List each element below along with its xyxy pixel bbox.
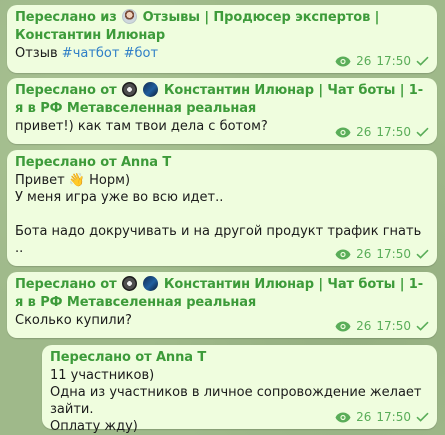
- message-bubble[interactable]: Переслано от Константин Илюнар | Чат бот…: [7, 272, 437, 338]
- user-avatar-icon: [121, 276, 137, 291]
- view-count: 26: [356, 54, 372, 68]
- views-eye-icon: [335, 249, 351, 259]
- forward-prefix: Переслано от: [15, 83, 117, 98]
- view-count: 26: [356, 410, 372, 424]
- read-check-icon: [416, 56, 429, 66]
- views-eye-icon: [335, 321, 351, 331]
- message-body: Отзыв: [15, 46, 58, 61]
- message-time: 17:50: [376, 247, 411, 261]
- message-bubble[interactable]: Переслано из Отзывы | Продюсер экспертов…: [7, 5, 437, 73]
- views-eye-icon: [335, 56, 351, 66]
- view-count: 26: [356, 319, 372, 333]
- message-bubble[interactable]: Переслано от Константин Илюнар | Чат бот…: [7, 78, 437, 144]
- message-bubble[interactable]: Переслано от Anna T Привет 👋 Норм) У мен…: [7, 150, 437, 266]
- views-eye-icon: [335, 127, 351, 137]
- forward-header[interactable]: Переслано от Константин Илюнар | Чат бот…: [15, 82, 429, 118]
- forward-header[interactable]: Переслано от Константин Илюнар | Чат бот…: [15, 276, 429, 312]
- message-meta: 26 17:50: [335, 410, 429, 424]
- forward-prefix: Переслано из: [15, 10, 117, 25]
- forward-prefix: Переслано от: [15, 277, 117, 292]
- message-time: 17:50: [376, 125, 411, 139]
- message-bubble[interactable]: Переслано от Anna T 11 участников) Одна …: [42, 345, 437, 434]
- read-check-icon: [416, 127, 429, 137]
- channel-avatar-icon: [122, 9, 138, 24]
- message-meta: 26 17:50: [335, 247, 429, 261]
- message-time: 17:50: [376, 410, 411, 424]
- hashtag-link[interactable]: #чатбот: [62, 46, 120, 61]
- forward-header[interactable]: Переслано из Отзывы | Продюсер экспертов…: [15, 9, 429, 45]
- read-check-icon: [416, 412, 429, 422]
- message-meta: 26 17:50: [335, 125, 429, 139]
- hashtag-link[interactable]: #бот: [124, 46, 158, 61]
- message-time: 17:50: [376, 319, 411, 333]
- forward-source[interactable]: Anna T: [121, 155, 171, 170]
- message-meta: 26 17:50: [335, 319, 429, 333]
- read-check-icon: [416, 249, 429, 259]
- message-line: У меня игра уже во всю идет..: [15, 190, 224, 205]
- view-count: 26: [356, 247, 372, 261]
- message-line: 11 участников): [50, 368, 155, 383]
- badge-image-icon: [143, 82, 159, 97]
- forward-prefix: Переслано от: [15, 155, 117, 170]
- forward-prefix: Переслано от: [50, 350, 152, 365]
- read-check-icon: [416, 321, 429, 331]
- message-line: Привет 👋 Норм): [15, 173, 131, 188]
- forward-source[interactable]: Anna T: [156, 350, 206, 365]
- message-line: [15, 206, 429, 223]
- views-eye-icon: [335, 412, 351, 422]
- view-count: 26: [356, 125, 372, 139]
- message-meta: 26 17:50: [335, 54, 429, 68]
- user-avatar-icon: [121, 82, 137, 97]
- forward-header[interactable]: Переслано от Anna T: [50, 349, 429, 367]
- badge-image-icon: [143, 276, 159, 291]
- forward-header[interactable]: Переслано от Anna T: [15, 154, 429, 172]
- message-time: 17:50: [376, 54, 411, 68]
